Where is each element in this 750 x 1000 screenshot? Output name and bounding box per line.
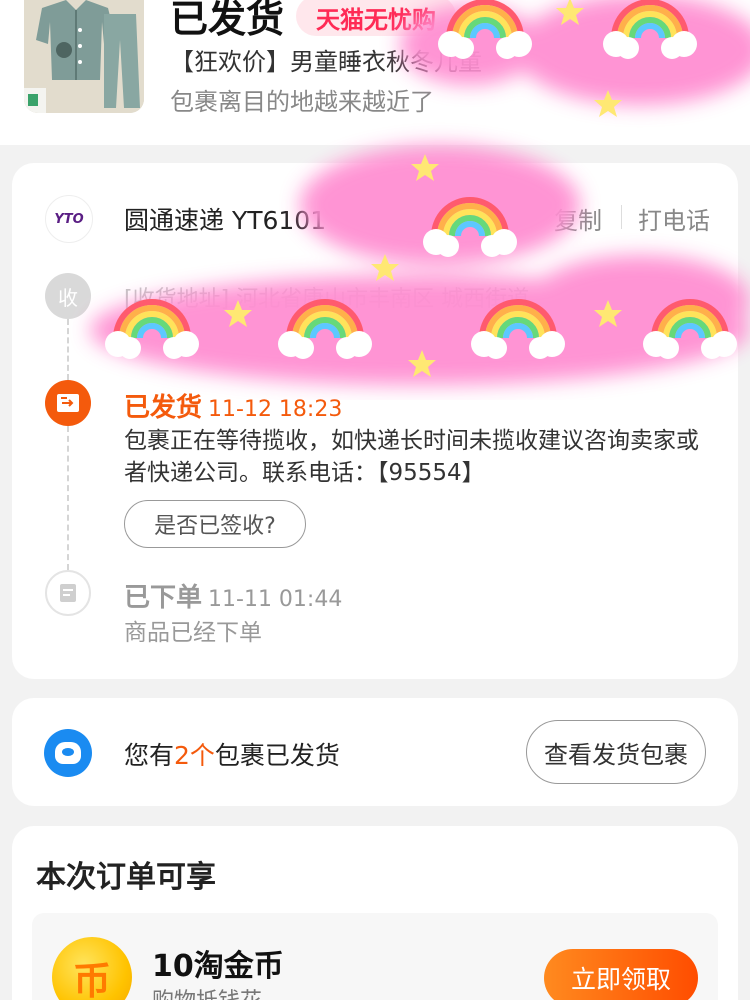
event-time: 11-11 01:44 bbox=[208, 587, 343, 612]
event-shipped-title: 已发货 11-12 18:23 bbox=[124, 387, 342, 424]
product-name[interactable]: 【狂欢价】男童睡衣秋冬儿童 bbox=[170, 42, 640, 77]
call-courier-button[interactable]: 打电话 bbox=[638, 201, 710, 236]
event-title-text: 已下单 bbox=[124, 583, 203, 613]
benefit-title: 10淘金币 bbox=[152, 949, 284, 984]
action-divider bbox=[621, 205, 622, 229]
event-time: 11-12 18:23 bbox=[208, 397, 343, 422]
event-title-text: 已发货 bbox=[124, 393, 203, 423]
benefits-title: 本次订单可享 bbox=[36, 860, 216, 895]
event-ordered-title: 已下单 11-11 01:44 bbox=[124, 577, 342, 614]
document-icon bbox=[45, 570, 91, 616]
receive-dot-label: 收 bbox=[58, 285, 78, 310]
logistics-card: YTO 圆通速递 YT6101 复制 打电话 收 [收货地址] 河北省唐山市丰南… bbox=[12, 163, 738, 679]
claim-now-button[interactable]: 立即领取 bbox=[544, 949, 698, 1000]
order-status-header: 已发货 天猫无忧购 【狂欢价】男童睡衣秋冬儿童 包裹离目的地越来越近了 bbox=[0, 0, 750, 145]
copy-tracking-button[interactable]: 复制 bbox=[554, 201, 602, 236]
event-ordered-description: 商品已经下单 bbox=[124, 620, 262, 646]
view-packages-button[interactable]: 查看发货包裹 bbox=[526, 720, 706, 784]
receive-address[interactable]: [收货地址] 河北省唐山市丰南区 城西街道 bbox=[124, 281, 594, 313]
package-icon bbox=[44, 729, 92, 777]
timeline-connector bbox=[67, 426, 69, 570]
yto-logo-icon: YTO bbox=[45, 195, 93, 243]
packages-count: 2个 bbox=[174, 741, 215, 770]
order-status-title: 已发货 bbox=[170, 0, 285, 41]
order-benefits-card: 本次订单可享 币 10淘金币 购物抵钱花 立即领取 bbox=[12, 826, 738, 1000]
shipping-box-icon bbox=[45, 380, 91, 426]
packages-card: 您有2个包裹已发货 查看发货包裹 bbox=[12, 698, 738, 806]
timeline-connector bbox=[67, 319, 69, 380]
packages-text-suffix: 包裹已发货 bbox=[214, 741, 340, 770]
packages-shipped-text: 您有2个包裹已发货 bbox=[124, 736, 340, 772]
event-shipped-description: 包裹正在等待揽收，如快递长时间未揽收建议咨询卖家或者快递公司。联系电话：【955… bbox=[124, 428, 699, 486]
benefit-item: 币 10淘金币 购物抵钱花 立即领取 bbox=[32, 913, 718, 1000]
signed-confirm-button[interactable]: 是否已签收? bbox=[124, 500, 306, 548]
packages-text-prefix: 您有 bbox=[124, 741, 175, 770]
receive-address-dot: 收 bbox=[45, 273, 91, 319]
product-thumbnail[interactable] bbox=[24, 0, 144, 113]
benefit-subtitle: 购物抵钱花 bbox=[152, 983, 262, 1000]
pajamas-image bbox=[24, 0, 144, 113]
tmall-worry-free-badge[interactable]: 天猫无忧购 bbox=[296, 0, 456, 36]
gold-coin-icon: 币 bbox=[52, 937, 132, 1000]
coin-glyph: 币 bbox=[72, 958, 111, 1000]
status-subtitle: 包裹离目的地越来越近了 bbox=[170, 88, 434, 116]
courier-logo-text: YTO bbox=[54, 211, 84, 227]
courier-tracking-number: 圆通速递 YT6101 bbox=[124, 206, 327, 235]
